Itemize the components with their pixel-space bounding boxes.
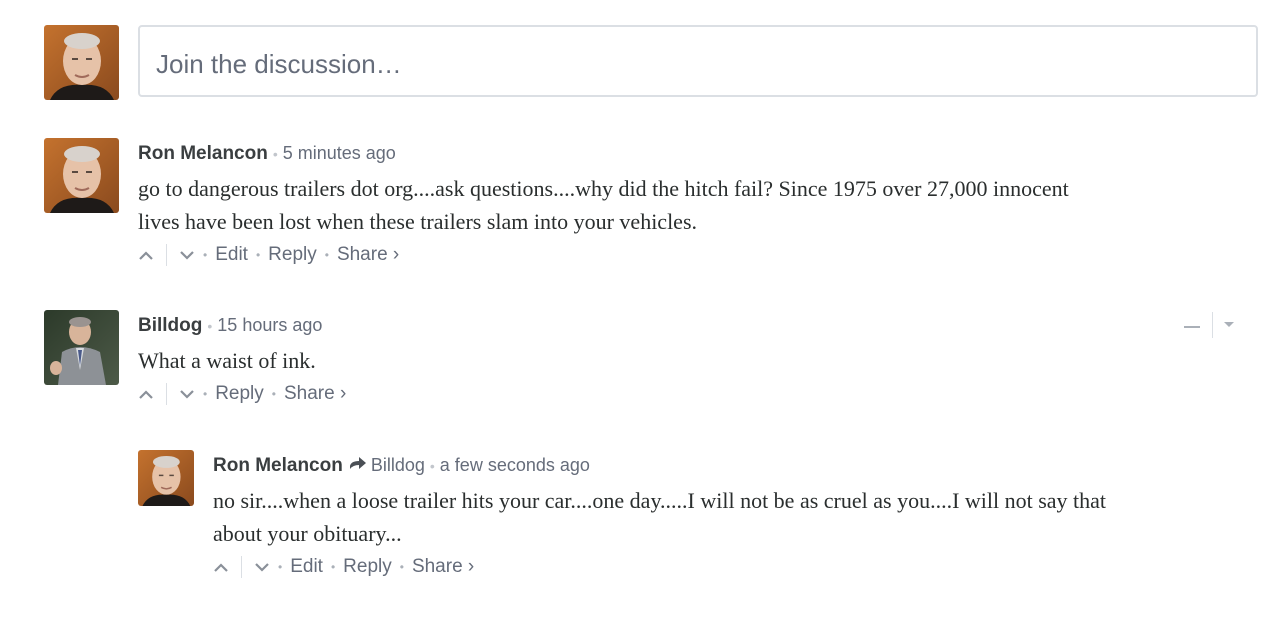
caret-down-icon[interactable] <box>1223 316 1235 334</box>
comment: Billdog • 15 hours ago What a waist of ink… <box>138 313 1178 408</box>
separator-dot: • <box>203 387 208 401</box>
chevron-up-icon[interactable] <box>138 384 154 404</box>
edit-button[interactable]: Edit <box>215 241 248 269</box>
comment-body-line: What a waist of ink. <box>138 348 316 373</box>
chevron-down-icon[interactable] <box>179 384 195 404</box>
reply-button[interactable]: Reply <box>343 553 392 581</box>
comment-author[interactable]: Ron Melancon <box>213 455 343 476</box>
comment-body: no sir....when a loose trailer hits your… <box>213 484 1273 550</box>
separator-dot: • <box>330 560 336 574</box>
vote-divider <box>166 244 167 266</box>
separator-dot: • <box>399 560 404 574</box>
comment-timestamp[interactable]: 15 hours ago <box>217 315 322 335</box>
current-user-avatar <box>44 25 119 100</box>
comment-header: Billdog • 15 hours ago <box>138 313 1178 338</box>
share-button[interactable]: Share › <box>337 241 399 269</box>
minus-icon[interactable] <box>1184 316 1200 334</box>
reply-to-author[interactable]: Billdog <box>371 455 425 475</box>
comment-body: What a waist of ink. <box>138 344 1178 377</box>
reply-button[interactable]: Reply <box>268 241 317 269</box>
comment-input-placeholder: Join the discussion… <box>156 49 402 79</box>
comment-header: Ron Melancon Billdog • a few seconds ago <box>213 453 1273 478</box>
comment-actions: • Edit • Reply • Share › <box>138 241 1258 269</box>
chevron-down-icon[interactable] <box>254 557 270 577</box>
comment-author[interactable]: Billdog <box>138 315 202 336</box>
chevron-up-icon[interactable] <box>213 557 229 577</box>
separator-dot: • <box>429 458 435 474</box>
reply-arrow-icon <box>349 454 367 478</box>
reply-button[interactable]: Reply <box>215 380 264 408</box>
separator-dot: • <box>255 248 261 262</box>
comment-body-line: no sir....when a loose trailer hits your… <box>213 488 1107 513</box>
comment-controls <box>1184 312 1235 338</box>
comment-actions: • Edit • Reply • Share › <box>213 553 1273 581</box>
comment-body-line: about your obituary... <box>213 521 402 546</box>
comment-actions: • Reply • Share › <box>138 380 1178 408</box>
comment-author[interactable]: Ron Melancon <box>138 143 268 164</box>
chevron-down-icon[interactable] <box>179 245 195 265</box>
comment: Ron Melancon • 5 minutes ago go to dangero… <box>138 141 1258 269</box>
vote-divider <box>241 556 242 578</box>
separator-dot: • <box>207 318 213 334</box>
avatar[interactable] <box>44 310 119 385</box>
separator-dot: • <box>278 560 283 574</box>
separator-dot: • <box>272 146 278 162</box>
comment-input[interactable]: Join the discussion… <box>138 25 1258 97</box>
comment-body: go to dangerous trailers dot org....ask … <box>138 172 1258 238</box>
separator-dot: • <box>324 248 329 262</box>
share-button[interactable]: Share › <box>412 553 474 581</box>
comment-timestamp[interactable]: a few seconds ago <box>440 455 590 475</box>
chevron-up-icon[interactable] <box>138 245 154 265</box>
comment-header: Ron Melancon • 5 minutes ago <box>138 141 1258 166</box>
share-button[interactable]: Share › <box>284 380 346 408</box>
comment-reply: Ron Melancon Billdog • a few seconds ago no… <box>213 453 1273 581</box>
edit-button[interactable]: Edit <box>290 553 323 581</box>
controls-divider <box>1212 312 1213 338</box>
comment-body-line: lives have been lost when these trailers… <box>138 209 698 234</box>
separator-dot: • <box>203 248 208 262</box>
avatar[interactable] <box>44 138 119 213</box>
vote-divider <box>166 383 167 405</box>
comment-timestamp[interactable]: 5 minutes ago <box>283 143 396 163</box>
avatar[interactable] <box>138 450 194 506</box>
separator-dot: • <box>271 387 276 401</box>
comment-body-line: go to dangerous trailers dot org....ask … <box>138 176 1069 201</box>
